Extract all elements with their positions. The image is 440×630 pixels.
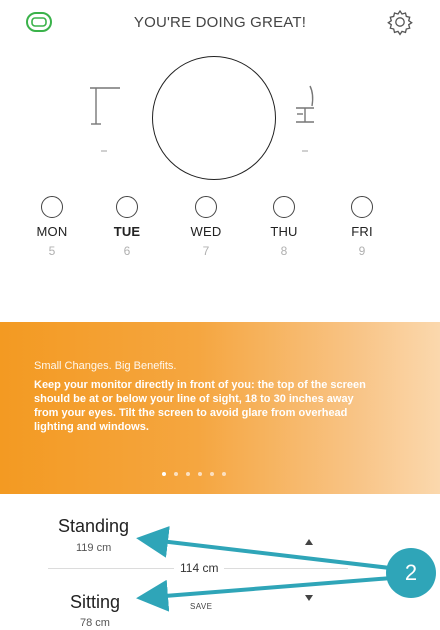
day-label: MON xyxy=(36,224,68,239)
day-number: 7 xyxy=(202,244,210,258)
page-dot[interactable] xyxy=(162,472,166,476)
standing-indicator xyxy=(101,150,107,152)
progress-ring[interactable] xyxy=(152,56,276,180)
day-label: FRI xyxy=(351,224,373,239)
day-progress-circle xyxy=(116,196,138,218)
day-tue[interactable]: TUE 6 xyxy=(92,196,162,258)
day-number: 8 xyxy=(280,244,288,258)
day-progress-circle xyxy=(195,196,217,218)
page-dot[interactable] xyxy=(174,472,178,476)
day-label: TUE xyxy=(113,224,141,239)
day-fri[interactable]: FRI 9 xyxy=(327,196,397,258)
day-wed[interactable]: WED 7 xyxy=(171,196,241,258)
sitting-label[interactable]: Sitting xyxy=(70,592,120,613)
page-dot[interactable] xyxy=(186,472,190,476)
current-height: 114 cm xyxy=(174,561,225,575)
sitting-value: 78 cm xyxy=(80,617,110,629)
day-mon[interactable]: MON 5 xyxy=(17,196,87,258)
save-button[interactable]: SAVE xyxy=(190,602,212,611)
standing-value: 119 cm xyxy=(76,542,112,554)
tip-kicker: Small Changes. Big Benefits. xyxy=(34,360,177,372)
sitting-indicator xyxy=(302,150,308,152)
day-number: 9 xyxy=(358,244,366,258)
day-progress-circle xyxy=(351,196,373,218)
office-chair-icon xyxy=(296,85,314,123)
page-dot[interactable] xyxy=(222,472,226,476)
page-dot[interactable] xyxy=(198,472,202,476)
tip-body: Keep your monitor directly in front of y… xyxy=(34,379,366,433)
day-label: WED xyxy=(190,224,222,239)
day-progress-circle xyxy=(41,196,63,218)
page-indicator[interactable] xyxy=(162,472,226,480)
day-thu[interactable]: THU 8 xyxy=(249,196,319,258)
day-number: 6 xyxy=(123,244,131,258)
page-title: YOU'RE DOING GREAT! xyxy=(133,14,307,31)
page-dot[interactable] xyxy=(210,472,214,476)
standing-label[interactable]: Standing xyxy=(58,516,129,537)
caret-down-icon[interactable] xyxy=(304,594,314,602)
gear-icon[interactable] xyxy=(386,8,414,36)
annotation-callout: 2 xyxy=(386,548,436,598)
day-number: 5 xyxy=(48,244,56,258)
annotation-arrow-sitting xyxy=(136,576,393,612)
caret-up-icon[interactable] xyxy=(304,538,314,546)
day-label: THU xyxy=(270,224,298,239)
day-progress-circle xyxy=(273,196,295,218)
standing-desk-icon xyxy=(90,87,120,125)
